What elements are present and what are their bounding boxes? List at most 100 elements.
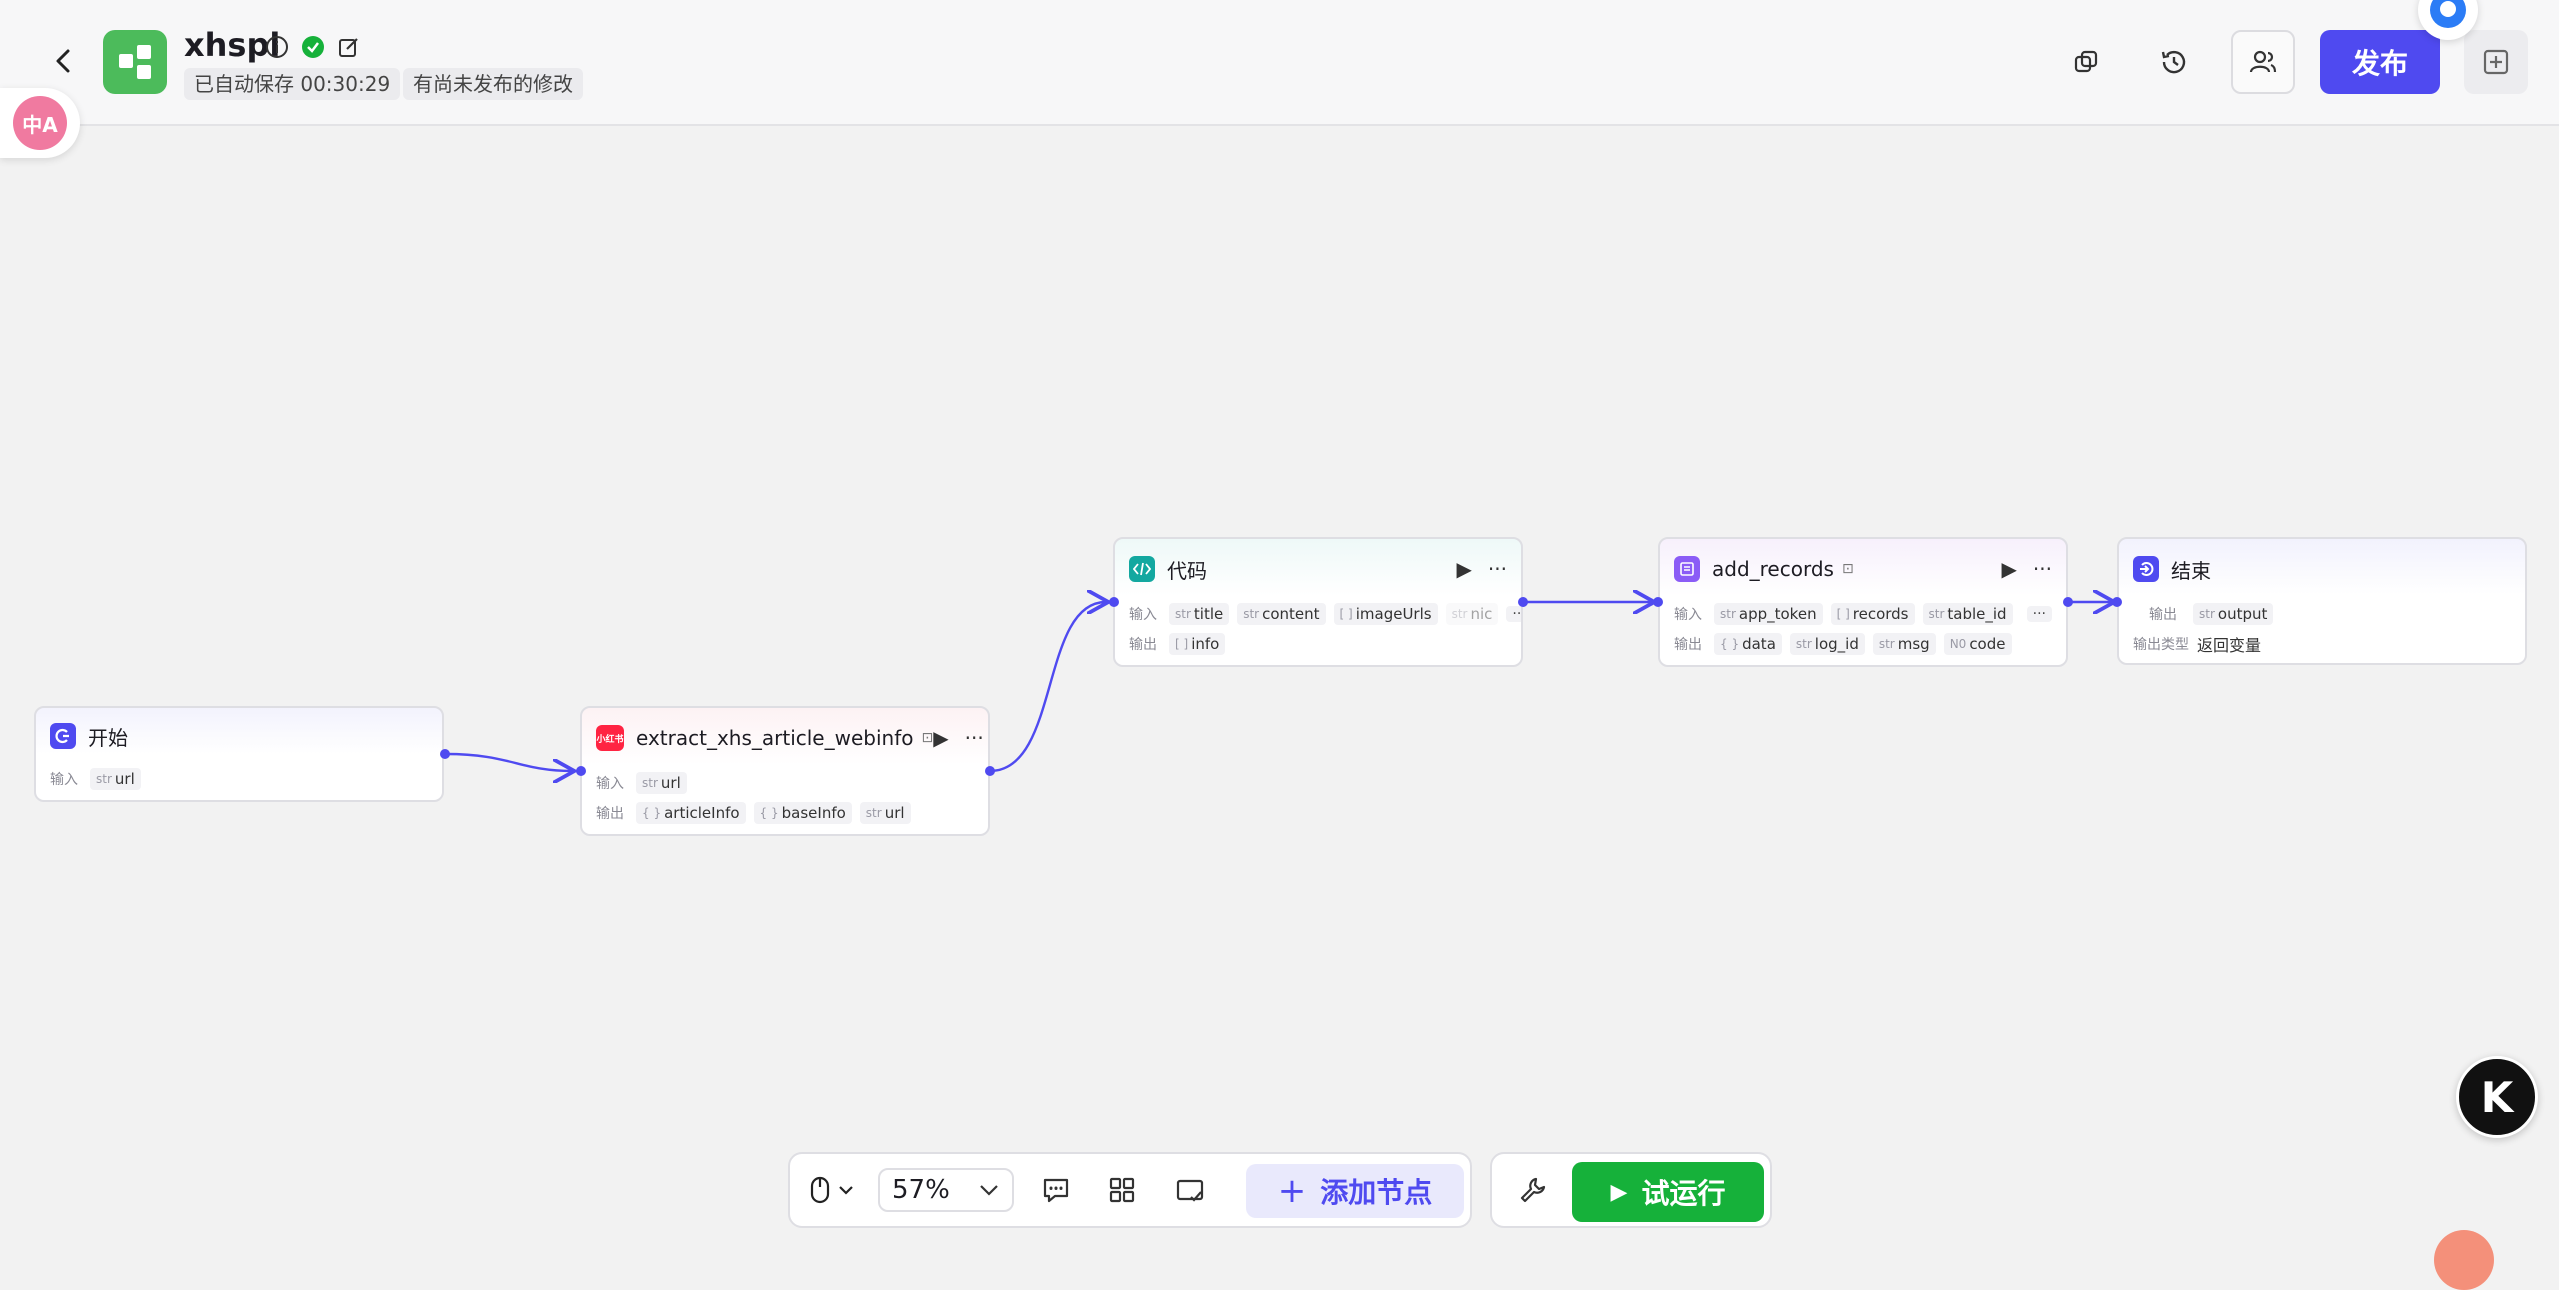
- table-icon: [1674, 556, 1700, 582]
- node-end[interactable]: 结束 输出 str output 输出类型 返回变量: [2117, 537, 2527, 665]
- param-imageUrls: [ ] imageUrls: [1333, 603, 1438, 625]
- param-code: N0 code: [1943, 633, 2012, 655]
- port-add-records-out[interactable]: [2063, 597, 2073, 607]
- param-records: [ ] records: [1830, 603, 1915, 625]
- zoom-select[interactable]: 57%: [878, 1168, 1014, 1212]
- plugin-badge-icon: ⊡: [1841, 561, 1854, 577]
- end-icon: [2133, 556, 2159, 582]
- minimap-button[interactable]: [1162, 1164, 1218, 1216]
- param-nic: str nic: [1445, 603, 1499, 625]
- port-add-records-in[interactable]: [1653, 597, 1663, 607]
- add-node-label: 添加节点: [1320, 1176, 1433, 1209]
- row-label: 输入: [1674, 607, 1702, 623]
- add-panel-button[interactable]: [2464, 30, 2528, 94]
- param-log-id: str log_id: [1789, 633, 1865, 655]
- more-icon[interactable]: ···: [1488, 557, 1507, 581]
- node-code[interactable]: 代码 ▶ ··· 输入 str title str content [ ] image…: [1113, 537, 1523, 667]
- unpublished-status: 有尚未发布的修改: [403, 68, 583, 100]
- interaction-mode-button[interactable]: [804, 1164, 864, 1216]
- param-url: str url: [636, 772, 687, 794]
- chevron-down-icon: [839, 1186, 853, 1195]
- node-title: 开始: [88, 725, 128, 750]
- mascot-avatar[interactable]: [2434, 1230, 2494, 1290]
- play-icon: ▶: [1610, 1179, 1628, 1205]
- param-app-token: str app_token: [1714, 603, 1823, 625]
- chat-bubble-icon: [2430, 0, 2466, 28]
- node-title: 结束: [2171, 558, 2211, 583]
- comment-button[interactable]: [1028, 1164, 1084, 1216]
- grid-layout-icon: [1109, 1177, 1135, 1203]
- row-label: 输出类型: [2133, 637, 2189, 653]
- node-title: extract_xhs_article_webinfo: [636, 726, 914, 750]
- auto-layout-button[interactable]: [1094, 1164, 1150, 1216]
- param-url: str url: [859, 802, 911, 824]
- history-button[interactable]: [2142, 30, 2206, 94]
- history-icon: [2161, 50, 2186, 74]
- code-icon: [1129, 556, 1155, 582]
- row-label: 输出: [1674, 637, 1702, 653]
- add-square-icon: [2483, 49, 2509, 75]
- workflow-canvas[interactable]: 开始 输入 str url 小红书 extract_xhs_article_web…: [0, 126, 2559, 1261]
- chevron-left-icon: [56, 49, 70, 73]
- run-node-icon[interactable]: ▶: [2002, 557, 2017, 581]
- edit-icon[interactable]: [336, 34, 362, 60]
- param-msg: str msg: [1872, 633, 1936, 655]
- debug-tools-button[interactable]: [1506, 1164, 1560, 1216]
- xiaohongshu-icon: 小红书: [596, 725, 624, 751]
- plugin-badge-icon: ⊡: [921, 730, 934, 746]
- copy-button[interactable]: [2054, 30, 2118, 94]
- port-start-out[interactable]: [440, 749, 450, 759]
- param-title: str title: [1169, 603, 1230, 625]
- node-title: add_records: [1712, 557, 1834, 581]
- edges-layer: [445, 126, 2559, 1261]
- param-url: str url: [90, 768, 141, 790]
- node-add-records[interactable]: add_records ⊡ ▶ ··· 输入 str app_token [ ] r…: [1658, 537, 2068, 667]
- users-icon: [2249, 50, 2277, 73]
- verified-check-icon: [300, 34, 326, 60]
- edge-start-extract: [445, 752, 572, 771]
- param-info: [ ] info: [1169, 633, 1226, 655]
- user-avatar[interactable]: K: [2456, 1056, 2538, 1138]
- row-label: 输入: [1129, 607, 1157, 623]
- mouse-icon: [810, 1176, 830, 1204]
- more-icon[interactable]: ···: [2033, 557, 2052, 581]
- test-run-button[interactable]: ▶ 试运行: [1572, 1162, 1764, 1222]
- run-toolbar: ▶ 试运行: [1490, 1152, 1772, 1228]
- port-extract-out[interactable]: [985, 766, 995, 776]
- wrench-icon: [1520, 1177, 1546, 1203]
- more-params-chip[interactable]: ···: [2026, 606, 2052, 622]
- param-content: str content: [1237, 603, 1326, 625]
- add-node-button[interactable]: + 添加节点: [1246, 1164, 1464, 1218]
- port-extract-in[interactable]: [576, 766, 586, 776]
- back-button[interactable]: [46, 44, 80, 78]
- chevron-down-icon: [980, 1185, 998, 1196]
- port-code-out[interactable]: [1518, 597, 1528, 607]
- param-baseInfo: { } baseInfo: [753, 802, 852, 824]
- port-code-in[interactable]: [1109, 597, 1119, 607]
- more-icon[interactable]: ···: [965, 726, 984, 750]
- info-icon[interactable]: [264, 34, 290, 60]
- copy-icon: [2074, 50, 2098, 73]
- test-run-label: 试运行: [1641, 1177, 1726, 1210]
- param-output: str output: [2193, 603, 2274, 625]
- canvas-toolbar: 57% + 添加节点: [788, 1152, 1472, 1228]
- more-params-chip[interactable]: ···: [1506, 606, 1521, 622]
- top-header: xhspl 已自动保存 00:30:29 有尚未发布的修改 发布: [0, 0, 2559, 126]
- zoom-value: 57%: [892, 1175, 950, 1205]
- row-label: 输出: [2149, 607, 2177, 623]
- node-start[interactable]: 开始 输入 str url: [34, 706, 444, 802]
- row-label: 输出: [1129, 637, 1157, 653]
- run-node-icon[interactable]: ▶: [1457, 557, 1472, 581]
- publish-button[interactable]: 发布: [2320, 30, 2440, 94]
- plus-icon: +: [1277, 1171, 1307, 1211]
- node-extract[interactable]: 小红书 extract_xhs_article_webinfo ⊡ ▶ ··· …: [580, 706, 990, 836]
- output-type-value: 返回变量: [2197, 636, 2262, 655]
- comment-icon: [1043, 1178, 1069, 1203]
- minimap-icon: [1176, 1179, 1204, 1202]
- row-label: 输出: [596, 806, 624, 822]
- run-node-icon[interactable]: ▶: [933, 726, 948, 750]
- edge-extract-code: [989, 602, 1106, 773]
- collaborators-button[interactable]: [2231, 30, 2295, 94]
- node-title: 代码: [1167, 558, 1207, 583]
- port-end-in[interactable]: [2112, 597, 2122, 607]
